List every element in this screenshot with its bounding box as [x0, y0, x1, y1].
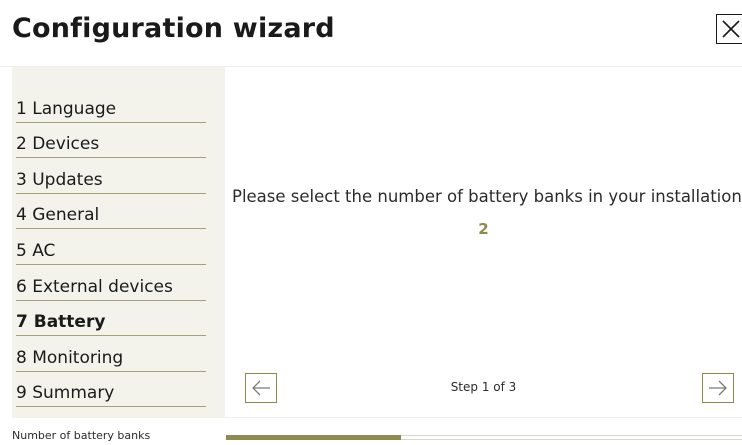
- step-item-battery[interactable]: 7 Battery: [16, 301, 218, 337]
- step-item-general[interactable]: 4 General: [16, 194, 218, 230]
- progress-fill: [226, 435, 402, 440]
- configuration-wizard: Configuration wizard 1 Language 2 Device…: [0, 0, 742, 445]
- step-label: 8 Monitoring: [16, 347, 124, 368]
- step-item-updates[interactable]: 3 Updates: [16, 158, 218, 194]
- close-button[interactable]: [716, 14, 742, 44]
- selected-value[interactable]: 2: [225, 219, 742, 239]
- step-content: Please select the number of battery bank…: [225, 67, 742, 418]
- step-item-language[interactable]: 1 Language: [16, 87, 218, 123]
- footer-section-label: Number of battery banks: [12, 429, 151, 442]
- steps-list: 1 Language 2 Devices 3 Updates 4 General…: [16, 87, 218, 408]
- step-label: 9 Summary: [16, 383, 115, 404]
- step-item-summary[interactable]: 9 Summary: [16, 372, 218, 408]
- step-item-monitoring[interactable]: 8 Monitoring: [16, 336, 218, 372]
- step-label: 4 General: [16, 205, 100, 226]
- progress-bar: [226, 435, 742, 440]
- step-label: 3 Updates: [16, 169, 103, 190]
- page-title: Configuration wizard: [12, 13, 335, 44]
- arrow-right-icon: [709, 380, 727, 396]
- step-item-devices[interactable]: 2 Devices: [16, 123, 218, 159]
- step-label: 1 Language: [16, 98, 117, 119]
- step-divider: [16, 406, 206, 408]
- step-label: 7 Battery: [16, 312, 106, 333]
- next-button[interactable]: [702, 373, 734, 403]
- step-label: 6 External devices: [16, 276, 173, 297]
- question-text: Please select the number of battery bank…: [232, 187, 742, 206]
- close-icon: [722, 20, 740, 38]
- steps-sidebar: 1 Language 2 Devices 3 Updates 4 General…: [12, 67, 225, 418]
- step-counter: Step 1 of 3: [450, 380, 517, 394]
- step-item-ac[interactable]: 5 AC: [16, 229, 218, 265]
- step-label: 5 AC: [16, 240, 56, 261]
- step-item-external-devices[interactable]: 6 External devices: [16, 265, 218, 301]
- content-divider: [225, 417, 742, 418]
- step-label: 2 Devices: [16, 134, 100, 155]
